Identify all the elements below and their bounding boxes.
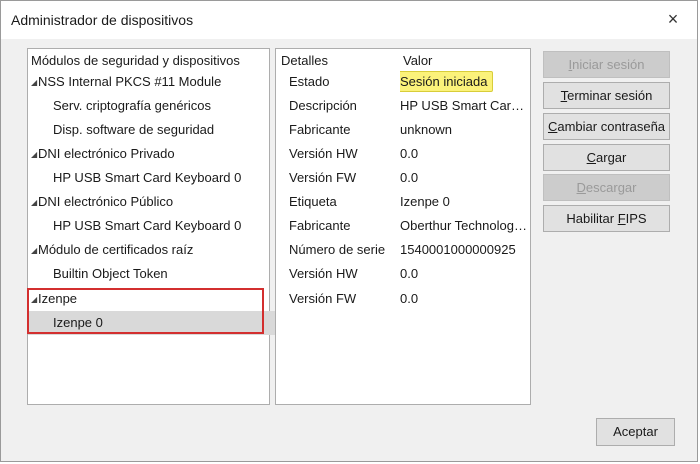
details-key: Fabricante bbox=[289, 122, 351, 137]
details-row[interactable]: Versión FW 0.0 bbox=[276, 166, 530, 190]
details-value: Sesión iniciada bbox=[400, 70, 528, 94]
details-value: 0.0 bbox=[400, 170, 419, 185]
tree-item-izenpe[interactable]: ◢Izenpe bbox=[28, 287, 272, 311]
tree-item-label: HP USB Smart Card Keyboard 0 bbox=[53, 170, 242, 185]
change-password-button[interactable]: Cambiar contraseña bbox=[543, 113, 670, 140]
tree-header-label: Módulos de seguridad y dispositivos bbox=[31, 53, 240, 68]
tree-item-dni-publico[interactable]: ◢DNI electrónico Público bbox=[28, 190, 272, 214]
status-badge: Sesión iniciada bbox=[400, 71, 494, 92]
expand-icon[interactable]: ◢ bbox=[31, 143, 38, 167]
close-icon[interactable]: × bbox=[663, 7, 683, 31]
login-button[interactable]: Iniciar sesión bbox=[543, 51, 670, 78]
details-row[interactable]: Versión HW 0.0 bbox=[276, 262, 530, 286]
button-label: erminar sesión bbox=[567, 88, 653, 103]
expand-icon[interactable]: ◢ bbox=[31, 191, 38, 215]
expand-icon[interactable]: ◢ bbox=[31, 239, 38, 263]
tree-item-software-security[interactable]: Disp. software de seguridad bbox=[28, 118, 294, 142]
tree-item-label: Izenpe 0 bbox=[53, 315, 103, 330]
button-label: IPS bbox=[625, 211, 647, 226]
details-table[interactable]: Detalles Valor Estado Sesión iniciada De… bbox=[275, 48, 531, 405]
tree-item-generic-crypto[interactable]: Serv. criptografía genéricos bbox=[28, 94, 294, 118]
details-row[interactable]: Fabricante unknown bbox=[276, 118, 530, 142]
details-key: Número de serie bbox=[289, 242, 386, 257]
details-row[interactable]: Versión HW 0.0 bbox=[276, 142, 530, 166]
tree-item-label: Módulo de certificados raíz bbox=[38, 242, 194, 257]
tree-item-label: Serv. criptografía genéricos bbox=[53, 98, 211, 113]
details-value: unknown bbox=[400, 122, 453, 137]
details-row[interactable]: Fabricante Oberthur Technologies bbox=[276, 214, 530, 238]
tree-item-root-certs[interactable]: ◢Módulo de certificados raíz bbox=[28, 238, 272, 262]
dialog-title: Administrador de dispositivos bbox=[11, 12, 194, 28]
details-value: Izenpe 0 bbox=[400, 194, 450, 209]
details-value: 0.0 bbox=[400, 266, 419, 281]
expand-icon[interactable]: ◢ bbox=[31, 288, 38, 312]
button-label: escargar bbox=[585, 180, 637, 195]
details-key: Versión HW bbox=[289, 266, 358, 281]
enable-fips-button[interactable]: Habilitar FIPS bbox=[543, 205, 670, 232]
details-key: Versión FW bbox=[289, 291, 357, 306]
tree-item-izenpe-0[interactable]: Izenpe 0 bbox=[28, 311, 294, 335]
details-row[interactable]: Descripción HP USB Smart Card Keyboard 0 bbox=[276, 94, 530, 118]
details-key: Fabricante bbox=[289, 218, 351, 233]
tree-item-label: Disp. software de seguridad bbox=[53, 122, 215, 137]
title-bar: Administrador de dispositivos × bbox=[1, 1, 697, 39]
details-key: Versión HW bbox=[289, 146, 358, 161]
button-label: argar bbox=[596, 150, 627, 165]
tree-item-label: DNI electrónico Público bbox=[38, 194, 174, 209]
details-value: HP USB Smart Card Keyboard 0 bbox=[400, 98, 528, 113]
button-mnemonic: C bbox=[547, 119, 558, 134]
accept-button[interactable]: Aceptar bbox=[596, 418, 675, 446]
tree-item-label: Builtin Object Token bbox=[53, 266, 168, 281]
unload-button[interactable]: Descargar bbox=[543, 174, 670, 201]
details-row[interactable]: Estado Sesión iniciada bbox=[276, 70, 530, 94]
details-key: Descripción bbox=[289, 98, 357, 113]
device-manager-dialog: Administrador de dispositivos × Módulos … bbox=[0, 0, 698, 462]
tree-item-builtin-token[interactable]: Builtin Object Token bbox=[28, 262, 294, 286]
tree-item-label: HP USB Smart Card Keyboard 0 bbox=[53, 218, 242, 233]
logout-button[interactable]: Terminar sesión bbox=[543, 82, 670, 109]
button-label: Habilitar bbox=[566, 211, 618, 226]
tree-item-label: Izenpe bbox=[38, 291, 78, 306]
details-row[interactable]: Versión FW 0.0 bbox=[276, 287, 530, 311]
details-row[interactable]: Etiqueta Izenpe 0 bbox=[276, 190, 530, 214]
details-key: Versión FW bbox=[289, 170, 357, 185]
tree-item-hp-keyboard-privado[interactable]: HP USB Smart Card Keyboard 0 bbox=[28, 166, 294, 190]
button-label: niciar sesión bbox=[572, 57, 645, 72]
button-mnemonic: C bbox=[586, 150, 597, 165]
button-label: ambiar contraseña bbox=[557, 119, 666, 134]
modules-tree[interactable]: Módulos de seguridad y dispositivos ◢NSS… bbox=[27, 48, 294, 405]
tree-item-label: NSS Internal PKCS #11 Module bbox=[38, 74, 222, 89]
tree-item-hp-keyboard-publico[interactable]: HP USB Smart Card Keyboard 0 bbox=[28, 214, 294, 238]
tree-item-nss-module[interactable]: ◢NSS Internal PKCS #11 Module bbox=[28, 70, 272, 94]
details-key: Etiqueta bbox=[289, 194, 337, 209]
tree-item-dni-privado[interactable]: ◢DNI electrónico Privado bbox=[28, 142, 272, 166]
details-value: 1540001000000925 bbox=[400, 242, 516, 257]
button-mnemonic: F bbox=[617, 211, 626, 226]
details-key: Estado bbox=[289, 74, 330, 89]
load-button[interactable]: Cargar bbox=[543, 144, 670, 171]
details-value: 0.0 bbox=[400, 291, 419, 306]
expand-icon[interactable]: ◢ bbox=[31, 71, 38, 95]
tree-item-label: DNI electrónico Privado bbox=[38, 146, 175, 161]
details-value: Oberthur Technologies bbox=[400, 218, 528, 233]
details-value: 0.0 bbox=[400, 146, 419, 161]
button-mnemonic: D bbox=[576, 180, 586, 195]
details-row[interactable]: Número de serie 1540001000000925 bbox=[276, 238, 530, 262]
